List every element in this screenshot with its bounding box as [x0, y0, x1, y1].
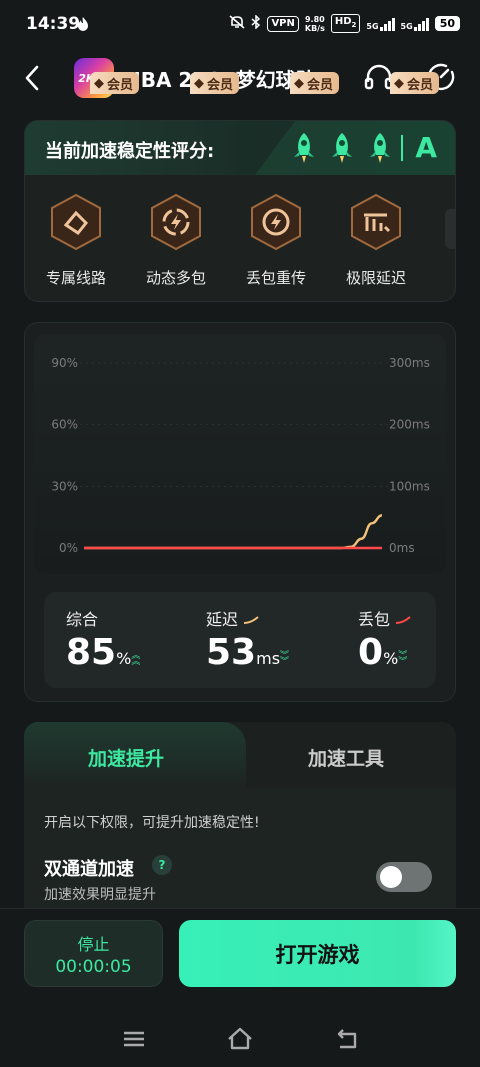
y-right-tick: 200ms — [389, 418, 430, 432]
latency-legend-icon — [244, 616, 259, 624]
y-right-tick: 0ms — [389, 541, 415, 555]
stat-unit: % — [383, 649, 399, 668]
stat-unit: % — [116, 649, 132, 668]
open-game-button[interactable]: 打开游戏 — [179, 920, 456, 987]
elapsed-time: 00:00:05 — [55, 957, 132, 977]
y-left-tick: 0% — [59, 541, 78, 555]
toggle-knob[interactable] — [380, 866, 402, 888]
stats-panel: 综合 85%︽ ︽ 延迟 53ms︾ ︾ 丢包 0%︾ ︾ — [44, 592, 436, 688]
stat-value: 0 — [358, 632, 384, 673]
stat-label: 延迟 — [206, 610, 239, 629]
stat-overall: 综合 85%︽ ︽ — [66, 606, 140, 673]
stat-latency: 延迟 53ms︾ ︾ — [206, 606, 289, 673]
stat-label: 综合 — [66, 610, 99, 629]
stat-value: 85 — [66, 632, 117, 673]
series-line-latency — [83, 514, 383, 550]
y-left-tick: 30% — [51, 479, 78, 493]
stat-label: 丢包 — [358, 610, 391, 629]
back-nav-icon[interactable] — [332, 1024, 362, 1054]
dual-channel-subtitle: 加速效果明显提升 — [44, 887, 156, 903]
y-right-tick: 100ms — [389, 479, 430, 493]
menu-icon[interactable] — [119, 1024, 149, 1054]
double-chevron-down-icon: ︾ ︾ — [398, 651, 408, 667]
home-icon[interactable] — [225, 1024, 255, 1054]
tab-tools[interactable]: 加速工具 — [308, 744, 384, 771]
stat-unit: ms — [256, 649, 281, 668]
stop-button[interactable]: 停止 00:00:05 — [24, 920, 163, 987]
y-left-tick: 60% — [51, 418, 78, 432]
loss-legend-icon — [396, 616, 411, 624]
stat-value: 53 — [206, 632, 257, 673]
tab-boost-label[interactable]: 加速提升 — [88, 744, 164, 771]
y-left-tick: 90% — [51, 356, 78, 370]
dual-channel-title: 双通道加速 — [44, 859, 134, 880]
stat-loss: 丢包 0%︾ ︾ — [358, 606, 411, 673]
stop-label: 停止 — [77, 935, 110, 954]
boost-hint: 开启以下权限，可提升加速稳定性! — [44, 815, 260, 831]
double-chevron-down-icon: ︾ ︾ — [280, 651, 290, 667]
y-right-tick: 300ms — [389, 356, 430, 370]
help-icon[interactable]: ? — [152, 855, 172, 875]
chart-canvas: 90% 300ms 60% 200ms 30% 100ms 0% 0ms — [50, 356, 432, 555]
double-chevron-up-icon: ︽ ︽ — [131, 651, 141, 667]
